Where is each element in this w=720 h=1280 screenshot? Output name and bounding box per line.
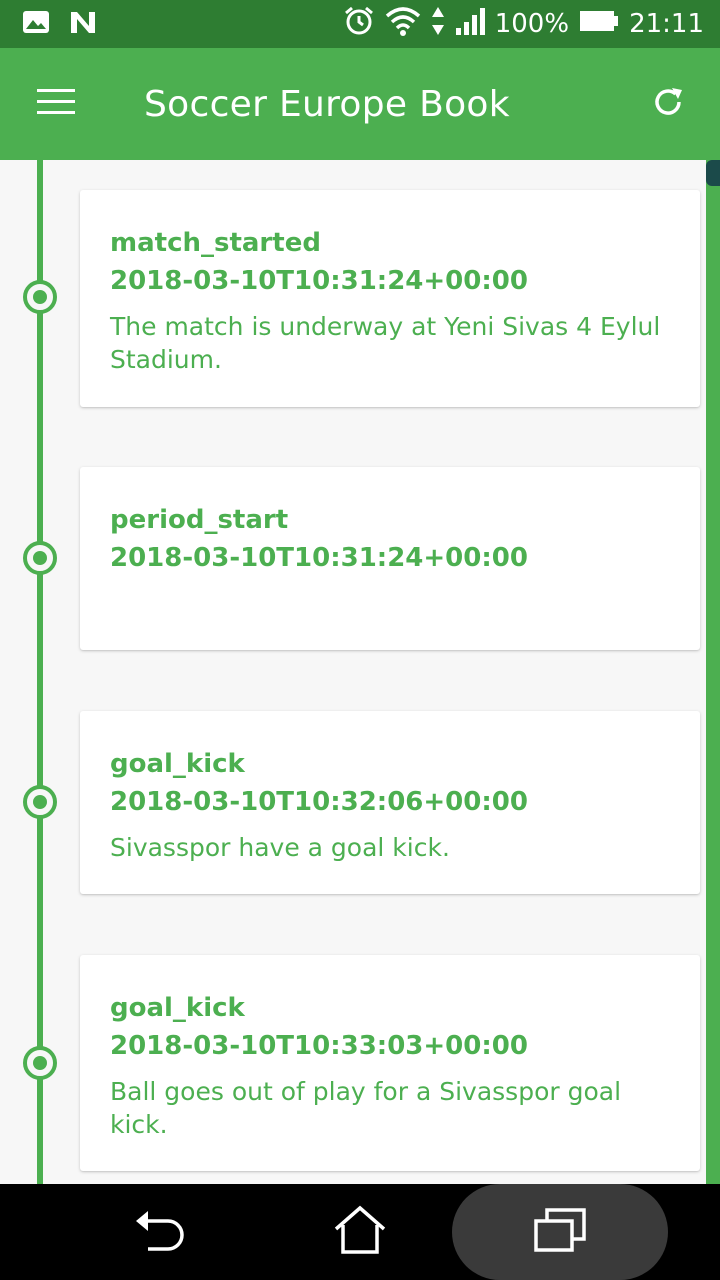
- battery-icon: [579, 9, 619, 40]
- event-type: match_started: [110, 228, 321, 258]
- timeline-node-icon: [23, 280, 57, 314]
- home-button[interactable]: [310, 1184, 410, 1280]
- event-description: The match is underway at Yeni Sivas 4 Ey…: [110, 312, 661, 374]
- app-title: Soccer Europe Book: [144, 83, 510, 125]
- app-bar: Soccer Europe Book: [0, 48, 720, 160]
- event-card[interactable]: match_started 2018-03-10T10:31:24+00:00 …: [80, 190, 700, 407]
- signal-icon: [455, 6, 485, 43]
- timeline-node-icon: [23, 785, 57, 819]
- refresh-button[interactable]: [640, 76, 696, 132]
- event-card[interactable]: period_start 2018-03-10T10:31:24+00:00: [80, 467, 700, 650]
- status-bar: 100% 21:11: [0, 0, 720, 48]
- event-card[interactable]: goal_kick 2018-03-10T10:32:06+00:00 Siva…: [80, 711, 700, 894]
- event-type: goal_kick: [110, 749, 245, 779]
- image-notification-icon: [22, 10, 50, 38]
- wifi-icon: [385, 6, 421, 43]
- event-time: 2018-03-10T10:31:24+00:00: [110, 543, 528, 573]
- event-time: 2018-03-10T10:32:06+00:00: [110, 787, 528, 817]
- scrollbar-track[interactable]: [706, 160, 720, 1184]
- navigation-bar: [0, 1184, 720, 1280]
- menu-button[interactable]: [28, 76, 84, 132]
- recents-button[interactable]: [510, 1184, 610, 1280]
- n-notification-icon: [68, 9, 98, 39]
- clock: 21:11: [629, 9, 704, 39]
- back-button[interactable]: [110, 1184, 210, 1280]
- event-description: Sivasspor have a goal kick.: [110, 833, 450, 862]
- event-time: 2018-03-10T10:31:24+00:00: [110, 266, 528, 296]
- recents-icon: [533, 1207, 587, 1257]
- data-arrows-icon: [431, 6, 445, 43]
- timeline-list[interactable]: match_started 2018-03-10T10:31:24+00:00 …: [0, 160, 720, 1184]
- event-card[interactable]: goal_kick 2018-03-10T10:33:03+00:00 Ball…: [80, 955, 700, 1171]
- event-type: period_start: [110, 505, 289, 535]
- event-time: 2018-03-10T10:33:03+00:00: [110, 1031, 528, 1061]
- refresh-icon: [650, 84, 686, 124]
- timeline-node-icon: [23, 541, 57, 575]
- battery-percent: 100%: [494, 9, 570, 39]
- back-icon: [134, 1207, 186, 1257]
- hamburger-menu-icon: [36, 87, 76, 121]
- alarm-icon: [343, 5, 375, 44]
- event-type: goal_kick: [110, 993, 245, 1023]
- timeline-node-icon: [23, 1046, 57, 1080]
- scrollbar-thumb[interactable]: [706, 160, 720, 186]
- home-icon: [332, 1205, 388, 1259]
- event-description: Ball goes out of play for a Sivasspor go…: [110, 1077, 622, 1139]
